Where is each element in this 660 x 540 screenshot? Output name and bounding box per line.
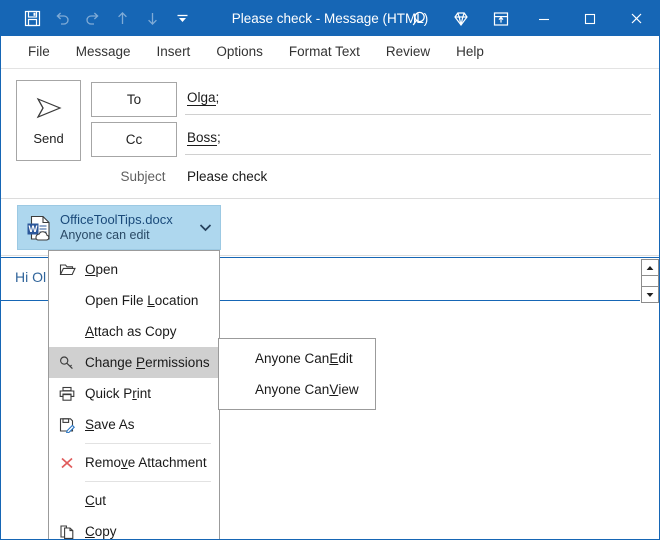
scroll-up-button[interactable] — [641, 259, 659, 276]
tab-review[interactable]: Review — [373, 36, 443, 68]
to-field-underline — [185, 114, 651, 115]
cc-button[interactable]: Cc — [91, 122, 177, 157]
cc-recipient-name: Boss — [187, 130, 218, 146]
cc-field-underline — [185, 154, 651, 155]
menu-item-cut-label: Cut — [85, 493, 107, 508]
submenu-item-anyone-can-view[interactable]: Anyone Can View — [219, 374, 375, 405]
menu-item-save-as-label: Save As — [85, 417, 135, 432]
chevron-down-icon[interactable] — [167, 4, 197, 34]
title-bar: Please check - Message (HTML) — [1, 1, 659, 36]
scroll-down-button[interactable] — [641, 286, 659, 303]
menu-item-open-label: Open — [85, 262, 119, 277]
move-up-icon[interactable] — [107, 4, 137, 34]
menu-item-remove-attachment-label: Remove Attachment — [85, 455, 207, 470]
menu-item-change-permissions-label: Change Permissions — [85, 355, 210, 370]
attachment-row: W OfficeToolTips.docx Anyone can edit — [1, 200, 659, 256]
cc-recipient-separator: ; — [217, 130, 221, 145]
attachment-file-name: OfficeToolTips.docx — [60, 211, 173, 227]
save-icon[interactable] — [17, 4, 47, 34]
menu-item-quick-print-label: Quick Print — [85, 386, 152, 401]
menu-item-attach-as-copy[interactable]: Attach as Copy — [49, 316, 219, 347]
open-folder-icon — [49, 254, 85, 285]
send-button-label: Send — [33, 130, 64, 146]
save-as-icon — [49, 409, 85, 440]
message-body-text: Hi Ol — [15, 269, 47, 285]
printer-icon — [49, 378, 85, 409]
no-icon-placeholder — [49, 485, 85, 516]
quick-access-toolbar — [1, 1, 197, 36]
tab-file[interactable]: File — [15, 36, 63, 68]
move-down-icon[interactable] — [137, 4, 167, 34]
ribbon-tab-bar: File Message Insert Options Format Text … — [1, 36, 659, 69]
menu-item-open-file-location-label: Open File Location — [85, 293, 199, 308]
outlook-message-window: Please check - Message (HTML) File Messa… — [0, 0, 660, 540]
menu-item-open[interactable]: Open — [49, 254, 219, 285]
change-permissions-submenu: Anyone Can Edit Anyone Can View — [218, 338, 376, 410]
tab-options[interactable]: Options — [203, 36, 276, 68]
cc-recipient-field[interactable]: Boss; — [187, 130, 221, 146]
submenu-item-anyone-can-edit[interactable]: Anyone Can Edit — [219, 343, 375, 374]
scrollbar-track[interactable] — [641, 276, 659, 286]
minimize-button[interactable] — [521, 1, 567, 36]
no-icon-placeholder — [49, 285, 85, 316]
menu-separator — [85, 481, 211, 482]
undo-icon[interactable] — [47, 4, 77, 34]
ribbon-display-options-icon[interactable] — [481, 1, 521, 36]
no-icon-placeholder — [49, 316, 85, 347]
key-icon — [49, 347, 85, 378]
compose-header: Send To Cc Olga; Boss; Subject Please ch… — [1, 69, 659, 199]
attachment-text-group: OfficeToolTips.docx Anyone can edit — [60, 212, 190, 244]
close-button[interactable] — [613, 1, 659, 36]
svg-text:W: W — [29, 224, 38, 235]
menu-item-save-as[interactable]: Save As — [49, 409, 219, 440]
menu-item-open-file-location[interactable]: Open File Location — [49, 285, 219, 316]
menu-item-quick-print[interactable]: Quick Print — [49, 378, 219, 409]
attachment-chip[interactable]: W OfficeToolTips.docx Anyone can edit — [17, 205, 221, 250]
attachment-permission-label: Anyone can edit — [60, 227, 150, 242]
redo-icon[interactable] — [77, 4, 107, 34]
menu-item-cut[interactable]: Cut — [49, 485, 219, 516]
menu-item-attach-as-copy-label: Attach as Copy — [85, 324, 177, 339]
menu-item-remove-attachment[interactable]: Remove Attachment — [49, 447, 219, 478]
copy-icon — [49, 516, 85, 539]
send-button[interactable]: Send — [16, 80, 81, 161]
menu-separator — [85, 443, 211, 444]
to-recipient-name: Olga — [187, 90, 216, 106]
subject-label: Subject — [120, 169, 166, 184]
menu-item-change-permissions[interactable]: Change Permissions — [49, 347, 223, 378]
maximize-button[interactable] — [567, 1, 613, 36]
menu-item-copy[interactable]: Copy — [49, 516, 219, 539]
tab-insert[interactable]: Insert — [144, 36, 204, 68]
to-recipient-separator: ; — [215, 90, 220, 105]
tab-help[interactable]: Help — [443, 36, 497, 68]
attachment-context-menu: Open Open File Location Attach as Copy C… — [48, 250, 223, 539]
tab-format-text[interactable]: Format Text — [276, 36, 373, 68]
attachment-chevron-down-icon[interactable] — [190, 205, 220, 250]
subject-input[interactable]: Please check — [187, 169, 267, 184]
diamond-icon[interactable] — [441, 1, 481, 36]
tab-message[interactable]: Message — [63, 36, 144, 68]
search-icon[interactable] — [401, 1, 441, 36]
to-button[interactable]: To — [91, 82, 177, 117]
body-vertical-scrollbar[interactable] — [640, 259, 659, 303]
title-bar-right-group — [401, 1, 659, 36]
to-recipient-field[interactable]: Olga; — [187, 90, 220, 106]
remove-x-icon — [49, 447, 85, 478]
send-arrow-icon — [32, 96, 66, 125]
word-document-cloud-icon: W — [18, 205, 60, 250]
menu-item-copy-label: Copy — [85, 524, 117, 539]
